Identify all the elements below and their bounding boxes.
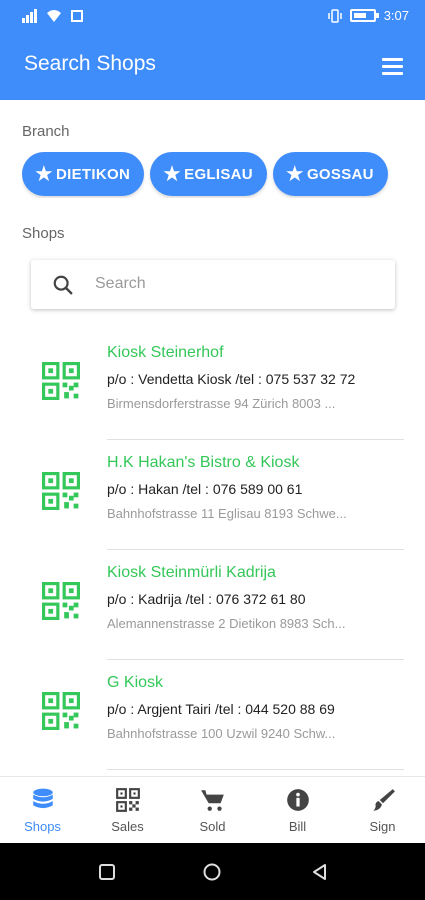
shop-owner: p/o : Vendetta Kiosk /tel : 075 537 32 7…	[107, 371, 356, 387]
nav-label: Sold	[199, 819, 226, 834]
shop-name: Kiosk Steinmürli Kadrija	[107, 564, 276, 581]
qr-code-icon	[42, 362, 80, 400]
branch-chip-dietikon[interactable]: ★ DIETIKON	[22, 152, 145, 196]
app-bar: Search Shops	[0, 34, 425, 100]
cart-icon	[200, 790, 224, 811]
branch-chip-eglisau[interactable]: ★ EGLISAU	[150, 152, 267, 196]
list-item[interactable]: G Kiosk p/o : Argjent Tairi /tel : 044 5…	[0, 660, 425, 770]
bottom-nav: Shops Sales Sold Bill Sign	[0, 776, 425, 843]
wifi-icon	[47, 10, 61, 22]
branch-chip-label: GOSSAU	[306, 165, 374, 183]
qr-code-icon	[42, 692, 80, 730]
star-icon: ★	[162, 161, 183, 186]
status-time: 3:07	[383, 8, 409, 23]
shop-name: H.K Hakan's Bistro & Kiosk	[107, 454, 300, 471]
status-bar: 3:07	[0, 0, 425, 34]
status-right-icons: 3:07	[327, 8, 409, 23]
brush-icon	[372, 789, 395, 811]
qr-code-icon	[42, 582, 80, 620]
nav-label: Sales	[111, 819, 144, 834]
search-icon[interactable]	[52, 274, 74, 296]
nav-label: Shops	[24, 819, 61, 834]
branch-chip-label: DIETIKON	[56, 165, 131, 183]
nav-item-sales[interactable]: Sales	[85, 777, 170, 843]
qr-code-icon	[42, 472, 80, 510]
nav-label: Sign	[369, 819, 396, 834]
list-item[interactable]: Kiosk Steinerhof p/o : Vendetta Kiosk /t…	[0, 330, 425, 440]
shop-address: Birmensdorferstrasse 94 Zürich 8003 ...	[107, 396, 336, 411]
branch-chip-gossau[interactable]: ★ GOSSAU	[272, 152, 388, 196]
back-icon[interactable]	[310, 862, 330, 882]
signal-icon	[22, 9, 37, 23]
branch-chips: ★ DIETIKON ★ EGLISAU ★ GOSSAU	[22, 152, 405, 198]
recents-icon[interactable]	[97, 862, 117, 882]
system-nav-bar	[0, 843, 425, 900]
shop-name: Kiosk Steinerhof	[107, 344, 224, 361]
screen-rotate-icon	[71, 10, 83, 22]
nav-item-sold[interactable]: Sold	[170, 777, 255, 843]
home-icon[interactable]	[202, 862, 222, 882]
shop-owner: p/o : Kadrija /tel : 076 372 61 80	[107, 591, 306, 607]
page-title: Search Shops	[24, 52, 156, 75]
vibrate-icon	[327, 8, 342, 23]
shop-owner: p/o : Hakan /tel : 076 589 00 61	[107, 481, 303, 497]
shop-name: G Kiosk	[107, 674, 164, 691]
star-icon: ★	[284, 161, 305, 186]
status-left-icons	[22, 9, 84, 23]
star-icon: ★	[34, 161, 55, 186]
branch-chip-label: EGLISAU	[184, 165, 253, 183]
database-icon	[32, 788, 53, 809]
search-input[interactable]	[95, 272, 375, 296]
list-item[interactable]: H.K Hakan's Bistro & Kiosk p/o : Hakan /…	[0, 440, 425, 550]
divider	[107, 769, 404, 770]
info-icon	[286, 789, 309, 811]
nav-item-bill[interactable]: Bill	[255, 777, 340, 843]
shop-address: Bahnhofstrasse 11 Eglisau 8193 Schwe...	[107, 506, 347, 521]
shop-list: Kiosk Steinerhof p/o : Vendetta Kiosk /t…	[0, 330, 425, 770]
list-item[interactable]: Kiosk Steinmürli Kadrija p/o : Kadrija /…	[0, 550, 425, 660]
nav-item-sign[interactable]: Sign	[340, 777, 425, 843]
shops-label: Shops	[22, 225, 65, 242]
search-box	[31, 260, 395, 309]
nav-label: Bill	[288, 819, 307, 834]
shop-address: Alemannenstrasse 2 Dietikon 8983 Sch...	[107, 616, 346, 631]
nav-item-shops[interactable]: Shops	[0, 777, 85, 843]
branch-label: Branch	[22, 123, 70, 140]
menu-icon[interactable]	[382, 58, 403, 75]
shop-owner: p/o : Argjent Tairi /tel : 044 520 88 69	[107, 701, 335, 717]
shop-address: Bahnhofstrasse 100 Uzwil 9240 Schw...	[107, 726, 336, 741]
battery-icon	[349, 9, 379, 22]
qr-code-icon	[115, 788, 140, 812]
